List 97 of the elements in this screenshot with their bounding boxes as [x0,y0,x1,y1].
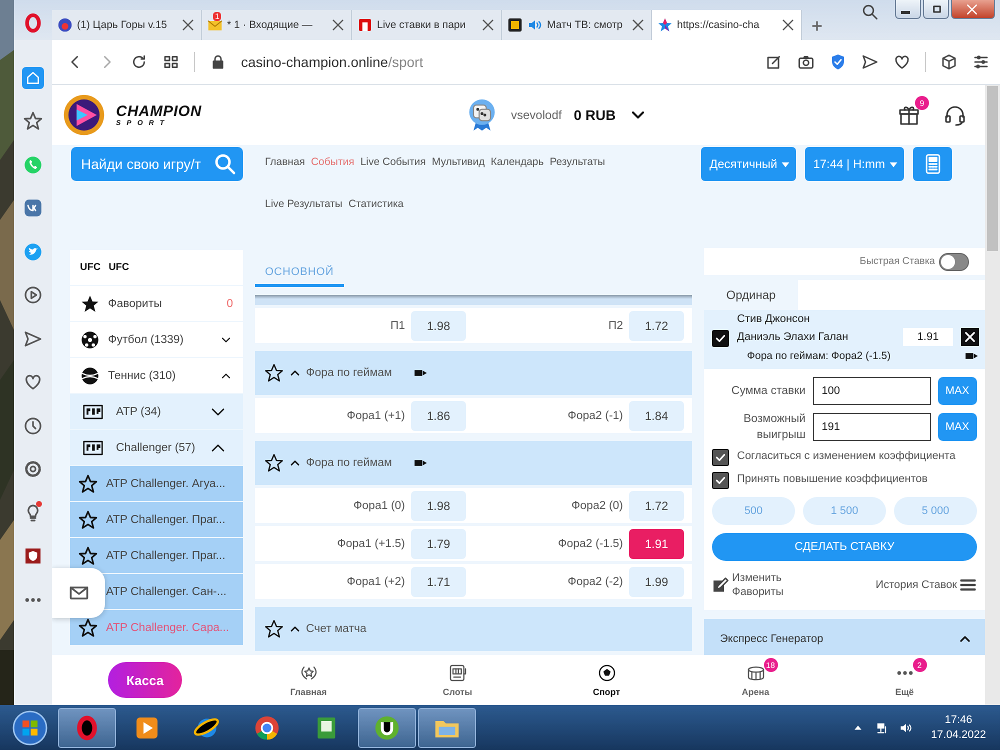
favorites-count: 0 [226,298,233,310]
clock-date: 17.04.2022 [930,729,986,741]
sport-menu-item[interactable]: UFC UFC [70,250,243,285]
sport-label: Фавориты [108,298,163,310]
field-label: Сумма ставки [730,384,806,399]
sport-menu-item[interactable]: Фавориты 0 [70,286,243,321]
odds-button[interactable]: 1.72 [629,310,684,340]
brand-name: CHAMPION [116,103,202,120]
tab-badge: 1 [213,12,222,21]
tab-title: Матч ТВ: смотр [547,19,624,31]
browser-tab[interactable]: (1) Царь Горы v.15 [52,10,202,40]
nav-link[interactable]: Статистика [348,198,404,210]
sport-menu-item[interactable]: ATP (34) [70,394,243,429]
bet-history-link[interactable]: История Ставок [876,579,957,592]
sport-label: UFC [108,262,130,273]
nav-link[interactable]: Live Результаты [265,198,342,210]
nav-link[interactable]: Мультивид [432,156,485,168]
outcome-label: Фора1 (+1.5) [337,538,405,550]
sport-menu-item[interactable]: ATP Challenger. Праг... [70,502,243,537]
outcome-label: Фора2 (-1) [568,410,623,422]
count-badge: 18 [764,658,778,672]
bottom-nav-item[interactable]: Ещё [895,687,914,697]
outcome-label: Фора1 (+2) [346,576,405,588]
sport-label: ATP Challenger. Праг... [106,514,226,526]
sport-label: ATP (34) [116,406,162,418]
sport-menu-item[interactable]: ATP Challenger. Агуа... [70,466,243,501]
outcome-label: Фора2 (0) [571,500,623,512]
option-label: Согласиться с изменением коэффициента [737,449,956,464]
quick-bet-label: Быстрая Ставка [860,256,935,267]
ufc-logo: UFC [80,262,101,273]
outcome-label: Фора1 (0) [353,500,405,512]
option-label: Принять повышение коэффициентов [737,472,928,486]
sport-label: ATP Challenger. Сан-... [106,586,228,598]
sport-label: ATP Challenger. Агуа... [106,478,226,490]
market-title: Счет матча [306,623,366,635]
selection-odds: 1.91 [903,328,953,346]
market-header[interactable]: Счет матча [255,607,692,651]
username: vsevolodf [511,108,562,122]
sport-menu-item[interactable]: ATP Challenger. Праг... [70,538,243,573]
bottom-nav-item[interactable]: Арена [742,687,770,697]
amount-field[interactable]: 191 [812,413,931,442]
market-header[interactable]: Фора по геймам [255,351,692,395]
sport-label: Теннис (310) [108,370,177,382]
tab-title: https://casino-cha [677,19,760,31]
outcome-label: Фора2 (-2) [568,576,623,588]
bottom-nav-item[interactable]: Главная [290,687,327,697]
odds-button[interactable]: 1.71 [411,566,466,596]
team-name: Даниэль Элахи Галан [737,331,850,343]
bet-type-tab[interactable]: Ординар [704,280,798,310]
nav-link[interactable]: Главная [265,156,305,168]
sport-menu-item[interactable]: Теннис (310) [70,358,243,393]
bottom-nav-item[interactable]: Слоты [442,687,472,697]
team-name: Стив Джонсон [737,313,811,325]
odds-button[interactable]: 1.98 [411,490,466,520]
sport-label: ATP Challenger. Праг... [106,550,226,562]
tab-title: Live ставки в пари [377,19,467,31]
express-generator-header[interactable]: Экспресс Генератор [704,618,985,655]
selection-market: Фора по геймам: Фора2 (-1.5) [747,350,891,362]
notification-badge: 9 [915,96,929,110]
sport-label: ATP Challenger. Сара... [106,622,230,634]
cashier-button[interactable]: Касса [108,662,182,698]
tab-title: * 1 · Входящие — [227,19,314,31]
bottom-nav-item[interactable]: Спорт [592,687,620,697]
clock-time: 17:46 [944,714,972,726]
edit-favorites-link[interactable]: Изменить Фавориты [732,571,798,600]
browser-tab[interactable]: https://casino-cha [652,10,802,40]
odds-button[interactable]: 1.91 [629,528,684,558]
market-title: Фора по геймам [306,457,392,469]
balance: 0 RUB [574,107,616,123]
odds-button[interactable]: 1.84 [629,400,684,430]
nav-link[interactable]: Результаты [550,156,606,168]
tab-title: (1) Царь Горы v.15 [77,19,168,31]
odds-button[interactable]: 1.79 [411,528,466,558]
odds-button[interactable]: 1.98 [411,310,466,340]
count-badge: 2 [912,658,926,672]
sport-menu-item[interactable]: Футбол (1339) [70,322,243,357]
market-title: Фора по геймам [306,367,392,379]
outcome-label: Фора1 (+1) [346,410,405,422]
sport-label: Challenger (57) [116,442,196,454]
outcome-label: П2 [608,320,623,332]
express-title: Экспресс Генератор [720,632,824,645]
browser-tab[interactable]: Live ставки в пари [352,10,502,40]
browser-tab[interactable]: 1 * 1 · Входящие — [202,10,352,40]
browser-tab[interactable]: Матч ТВ: смотр [502,10,652,40]
odds-button[interactable]: 1.72 [629,490,684,520]
sport-label: Футбол (1339) [108,334,185,346]
nav-link[interactable]: Live События [360,156,426,168]
field-label: Возможный выигрыш [742,412,806,444]
sport-menu-item[interactable]: Challenger (57) [70,430,243,465]
outcome-label: Фора2 (-1.5) [558,538,623,550]
odds-button[interactable]: 1.99 [629,566,684,596]
amount-field[interactable]: 100 [812,377,931,405]
outcome-label: П1 [390,320,405,332]
market-header[interactable]: Фора по геймам [255,441,692,485]
address-field[interactable]: casino-champion.online/sport [241,54,424,70]
nav-link[interactable]: Календарь [490,156,544,168]
odds-button[interactable]: 1.86 [411,400,466,430]
